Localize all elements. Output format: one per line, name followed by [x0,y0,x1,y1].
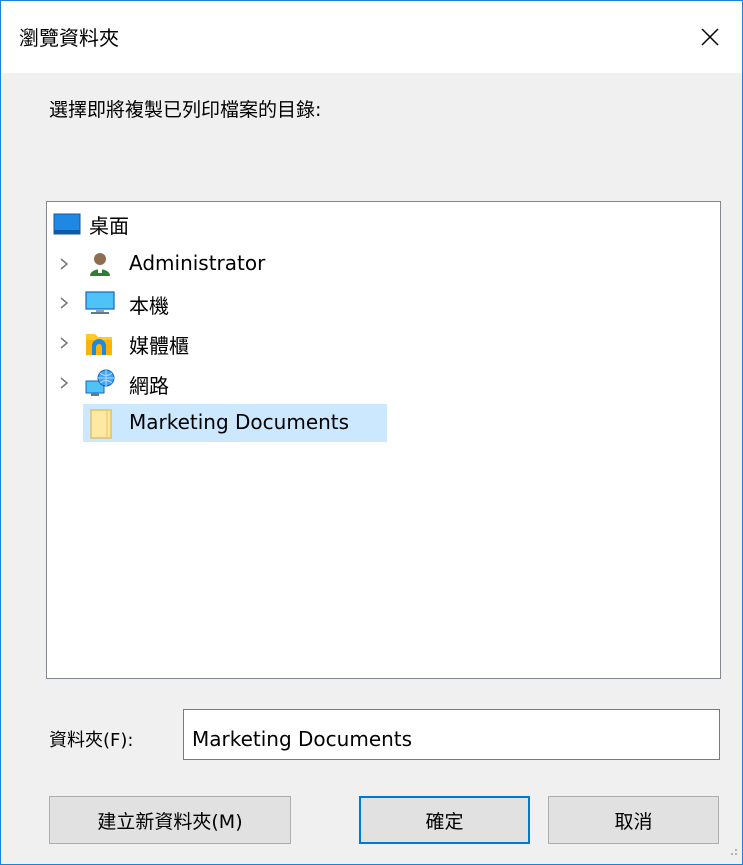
dialog-prompt: 選擇即將複製已列印檔案的目錄: [49,99,322,121]
new-folder-button[interactable]: 建立新資料夾(M) [49,796,291,844]
tree-item-label: 本機 [129,294,169,318]
browse-folder-dialog: 瀏覽資料夾 選擇即將複製已列印檔案的目錄: 桌面 Administrator 本… [0,0,743,865]
tree-item-administrator[interactable]: Administrator [47,245,387,283]
folder-field-label: 資料夾(F): [49,730,134,751]
tree-item-label: Administrator [129,251,266,275]
ok-button[interactable]: 確定 [359,796,530,844]
expand-chevron-icon[interactable] [57,257,71,271]
tree-item-this-pc[interactable]: 本機 [47,284,387,322]
folder-icon [89,408,115,440]
title-bar[interactable]: 瀏覽資料夾 [1,1,742,73]
folder-name-input[interactable] [183,709,720,760]
tree-item-network[interactable]: 網路 [47,364,387,402]
expand-chevron-icon[interactable] [57,376,71,390]
expand-chevron-icon[interactable] [57,296,71,310]
close-button[interactable] [678,1,742,73]
tree-item-label: Marketing Documents [129,410,350,434]
libraries-icon [85,330,113,356]
cancel-button[interactable]: 取消 [548,796,719,844]
user-icon [87,251,113,277]
tree-item-libraries[interactable]: 媒體櫃 [47,324,387,362]
network-icon [85,369,115,397]
expand-chevron-icon[interactable] [57,336,71,350]
resize-grip-icon[interactable] [726,841,738,860]
folder-tree[interactable]: 桌面 Administrator 本機 媒體櫃 網路 Marketing Doc… [46,201,721,679]
window-title: 瀏覽資料夾 [19,26,119,50]
tree-item-label: 桌面 [89,214,129,238]
tree-item-label: 網路 [129,374,169,398]
computer-icon [85,291,115,315]
desktop-icon [53,213,81,235]
tree-item-label: 媒體櫃 [129,334,189,358]
tree-item-desktop[interactable]: 桌面 [47,204,387,242]
close-icon [701,28,719,46]
tree-item-marketing-documents[interactable]: Marketing Documents [83,404,387,442]
